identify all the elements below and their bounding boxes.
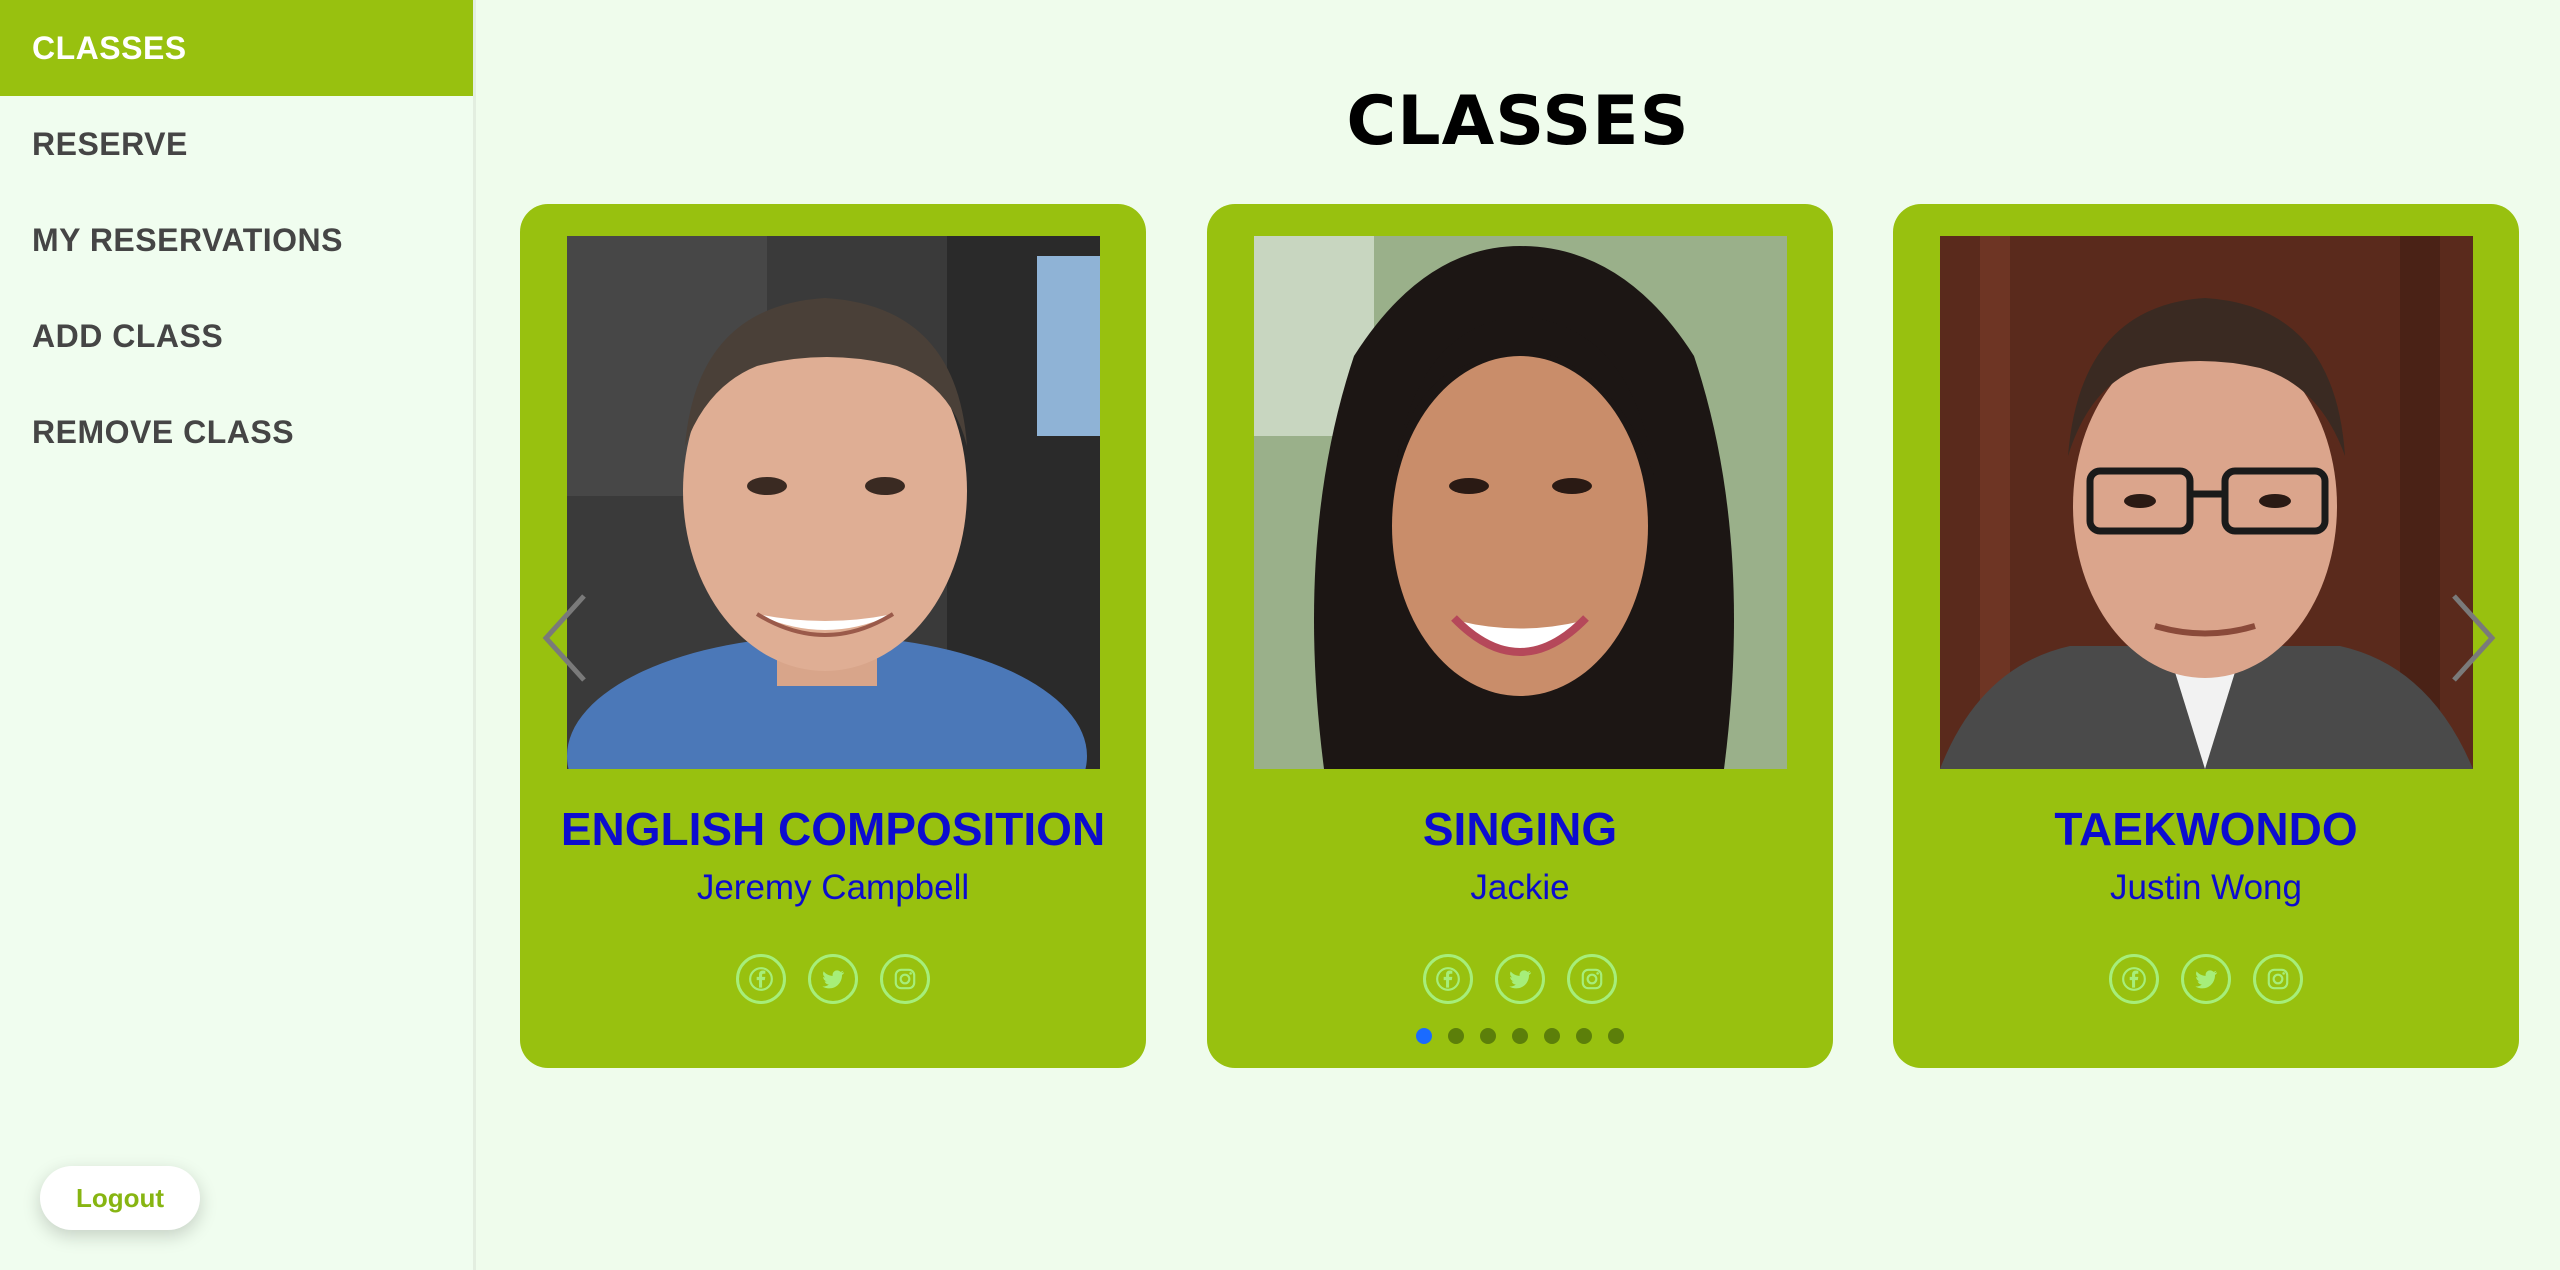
facebook-icon[interactable]	[1423, 954, 1473, 1004]
carousel-dot[interactable]	[1576, 1028, 1592, 1044]
sidebar-item-reserve[interactable]: RESERVE	[0, 96, 473, 192]
instagram-icon[interactable]	[880, 954, 930, 1004]
teacher-name: Justin Wong	[2110, 868, 2302, 907]
carousel-dot[interactable]	[1512, 1028, 1528, 1044]
facebook-icon[interactable]	[2109, 954, 2159, 1004]
twitter-icon[interactable]	[1495, 954, 1545, 1004]
class-card[interactable]: SINGING Jackie	[1207, 204, 1833, 1068]
twitter-icon[interactable]	[2181, 954, 2231, 1004]
carousel-dot[interactable]	[1608, 1028, 1624, 1044]
sidebar-item-add-class[interactable]: ADD CLASS	[0, 288, 473, 384]
social-links	[1207, 954, 1833, 1004]
social-links	[1893, 954, 2519, 1004]
class-title: SINGING	[1422, 803, 1618, 855]
social-links	[520, 954, 1146, 1004]
sidebar: CLASSES RESERVE MY RESERVATIONS ADD CLAS…	[0, 0, 476, 1270]
carousel-dot[interactable]	[1448, 1028, 1464, 1044]
teacher-photo	[1254, 236, 1787, 769]
carousel-dot[interactable]	[1416, 1028, 1432, 1044]
twitter-icon[interactable]	[808, 954, 858, 1004]
teacher-name: Jackie	[1470, 868, 1570, 907]
sidebar-item-classes[interactable]: CLASSES	[0, 0, 473, 96]
sidebar-item-remove-class[interactable]: REMOVE CLASS	[0, 384, 473, 480]
class-card[interactable]: ENGLISH COMPOSITION Jeremy Campbell	[520, 204, 1146, 1068]
carousel-prev-button[interactable]	[536, 588, 596, 688]
carousel-next-button[interactable]	[2442, 588, 2502, 688]
class-title: ENGLISH COMPOSITION	[560, 803, 1106, 855]
chevron-left-icon	[542, 594, 586, 682]
chevron-right-icon	[2452, 594, 2496, 682]
carousel-dot[interactable]	[1480, 1028, 1496, 1044]
page-title: CLASSES	[1346, 82, 1690, 161]
teacher-name: Jeremy Campbell	[696, 868, 970, 907]
carousel-dot[interactable]	[1544, 1028, 1560, 1044]
class-title: TAEKWONDO	[2054, 803, 2358, 855]
teacher-photo	[567, 236, 1100, 769]
app: CLASSES RESERVE MY RESERVATIONS ADD CLAS…	[0, 0, 2560, 1270]
facebook-icon[interactable]	[736, 954, 786, 1004]
carousel-pagination	[1207, 1028, 1833, 1044]
logout-button[interactable]: Logout	[40, 1166, 200, 1230]
instagram-icon[interactable]	[1567, 954, 1617, 1004]
instagram-icon[interactable]	[2253, 954, 2303, 1004]
sidebar-item-my-reservations[interactable]: MY RESERVATIONS	[0, 192, 473, 288]
class-card[interactable]: TAEKWONDO Justin Wong	[1893, 204, 2519, 1068]
teacher-photo	[1940, 236, 2473, 769]
